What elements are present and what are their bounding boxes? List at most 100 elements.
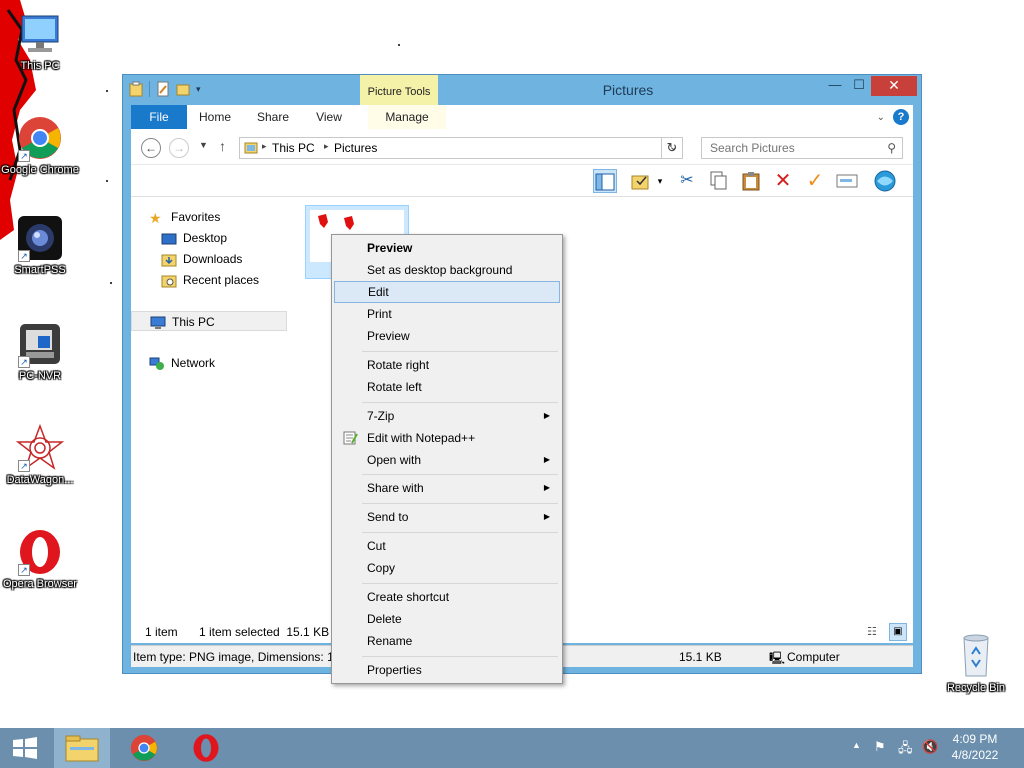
menu-separator [362, 503, 558, 504]
opera-icon: ↗ [16, 528, 64, 576]
title-bar[interactable]: ▾ Picture Tools Pictures — ☐ ✕ [123, 75, 921, 131]
nav-label: This PC [172, 315, 215, 329]
large-icons-view-icon[interactable]: ▣ [889, 623, 907, 641]
checkmark-icon[interactable]: ✓ [803, 169, 827, 193]
menu-item-properties[interactable]: Properties [334, 659, 560, 681]
new-folder-icon[interactable] [176, 81, 190, 97]
breadcrumb-pictures[interactable]: Pictures [334, 141, 377, 155]
expand-ribbon-icon[interactable]: ⌄ [877, 112, 885, 123]
menu-item-delete[interactable]: Delete [334, 608, 560, 630]
desktop-icon-chrome[interactable]: ↗ Google Chrome [0, 114, 80, 176]
properties-icon[interactable] [129, 81, 143, 97]
back-button[interactable]: ← [141, 138, 161, 158]
menu-label: Properties [367, 663, 422, 677]
menu-item-cut[interactable]: Cut [334, 535, 560, 557]
menu-item-open-with[interactable]: Open with ▶ [334, 449, 560, 471]
menu-item-set-desktop-background[interactable]: Set as desktop background [334, 259, 560, 281]
tab-share[interactable]: Share [253, 105, 293, 129]
show-hidden-icons-icon[interactable]: ▲ [852, 740, 861, 750]
maximize-button[interactable]: ☐ [847, 76, 871, 96]
desktop-icon-datawagon[interactable]: ↗ DataWagon... [0, 423, 80, 486]
options-dropdown-icon[interactable]: ▾ [653, 169, 667, 193]
taskbar-file-explorer[interactable] [54, 728, 110, 768]
preview-pane-button[interactable] [593, 169, 617, 193]
desktop-icon-smartpss[interactable]: ↗ SmartPSS [0, 214, 80, 276]
nav-favorites[interactable]: ★ Favorites [149, 207, 220, 227]
star-icon: ★ [149, 209, 162, 226]
desktop-icon-this-pc[interactable]: This PC [0, 10, 80, 72]
copy-icon[interactable] [707, 169, 731, 193]
details-view-icon[interactable]: ☷ [867, 625, 877, 638]
nav-this-pc[interactable]: This PC [131, 311, 287, 331]
menu-item-edit[interactable]: Edit [334, 281, 560, 303]
menu-label: Rename [367, 634, 413, 648]
menu-separator [362, 583, 558, 584]
breadcrumb-chevron-icon[interactable]: ▸ [324, 141, 329, 152]
menu-item-share-with[interactable]: Share with ▶ [334, 477, 560, 499]
search-input[interactable] [702, 138, 882, 158]
up-button[interactable]: ↑ [219, 138, 226, 154]
menu-label: Create shortcut [367, 590, 450, 604]
menu-item-edit-notepadpp[interactable]: Edit with Notepad++ [334, 427, 560, 449]
notepad-icon [343, 431, 358, 445]
nav-desktop[interactable]: Desktop [161, 228, 227, 248]
shortcut-arrow-icon: ↗ [18, 356, 30, 368]
taskbar-opera[interactable] [178, 728, 234, 768]
submenu-arrow-icon: ▶ [543, 512, 550, 521]
action-center-flag-icon[interactable]: ⚑ [874, 739, 886, 755]
address-bar[interactable]: ▸ This PC ▸ Pictures ⌄ [239, 137, 683, 159]
forward-button[interactable]: → [169, 138, 189, 158]
menu-item-copy[interactable]: Copy [334, 557, 560, 579]
location-details: Computer [787, 650, 840, 664]
menu-item-preview[interactable]: Preview [334, 325, 560, 347]
menu-item-preview-default[interactable]: Preview [334, 237, 560, 259]
rename-icon[interactable] [835, 169, 859, 193]
menu-item-rename[interactable]: Rename [334, 630, 560, 652]
delete-icon[interactable]: ✕ [771, 169, 795, 193]
network-status-icon[interactable]: 🖧 [898, 739, 913, 761]
system-clock[interactable]: 4:09 PM 4/8/2022 [930, 731, 1020, 763]
nav-recent-places[interactable]: Recent places [161, 270, 259, 290]
desktop-icon-opera[interactable]: ↗ Opera Browser [0, 528, 80, 590]
menu-item-print[interactable]: Print [334, 303, 560, 325]
paste-icon[interactable] [739, 169, 763, 193]
tab-file[interactable]: File [131, 105, 187, 129]
nvr-icon: ↗ [16, 320, 64, 368]
menu-item-create-shortcut[interactable]: Create shortcut [334, 586, 560, 608]
cut-icon[interactable]: ✂ [675, 169, 699, 193]
tab-manage[interactable]: Manage [368, 105, 446, 129]
nav-downloads[interactable]: Downloads [161, 249, 242, 269]
breadcrumb-chevron-icon[interactable]: ▸ [262, 141, 267, 152]
breadcrumb-this-pc[interactable]: This PC [272, 141, 315, 155]
folder-options-button[interactable] [629, 169, 653, 193]
recent-locations-icon[interactable]: ▼ [199, 140, 208, 150]
menu-item-send-to[interactable]: Send to ▶ [334, 506, 560, 528]
menu-label: Edit with Notepad++ [367, 431, 476, 445]
refresh-button[interactable]: ↻ [661, 137, 683, 159]
desktop-icon-recycle-bin[interactable]: Recycle Bin [936, 632, 1016, 694]
search-icon[interactable]: ⚲ [887, 141, 896, 155]
qat-dropdown-icon[interactable]: ▾ [196, 84, 201, 95]
minimize-button[interactable]: — [823, 76, 847, 96]
tab-view[interactable]: View [311, 105, 347, 129]
desktop-icon-pc-nvr[interactable]: ↗ PC-NVR [0, 320, 80, 382]
menu-label: Send to [367, 510, 409, 524]
search-box[interactable]: ⚲ [701, 137, 903, 159]
close-button[interactable]: ✕ [871, 76, 917, 96]
taskbar-chrome[interactable] [116, 728, 172, 768]
this-pc-icon [150, 316, 166, 329]
tab-home[interactable]: Home [193, 105, 237, 129]
menu-label: Copy [367, 561, 396, 575]
menu-item-7zip[interactable]: 7-Zip ▶ [334, 405, 560, 427]
help-icon[interactable]: ? [893, 109, 909, 125]
menu-item-rotate-left[interactable]: Rotate left [334, 376, 560, 398]
shell-globe-icon[interactable] [873, 169, 897, 193]
navigation-pane: ★ Favorites Desktop Downloads Recent plac… [131, 197, 291, 643]
start-button-windows-icon[interactable] [12, 737, 38, 759]
submenu-arrow-icon: ▶ [543, 483, 550, 492]
menu-item-rotate-right[interactable]: Rotate right [334, 354, 560, 376]
new-document-icon[interactable] [156, 81, 170, 97]
quick-access-toolbar: ▾ [129, 81, 201, 97]
menu-separator [362, 474, 558, 475]
nav-network[interactable]: Network [149, 353, 215, 373]
